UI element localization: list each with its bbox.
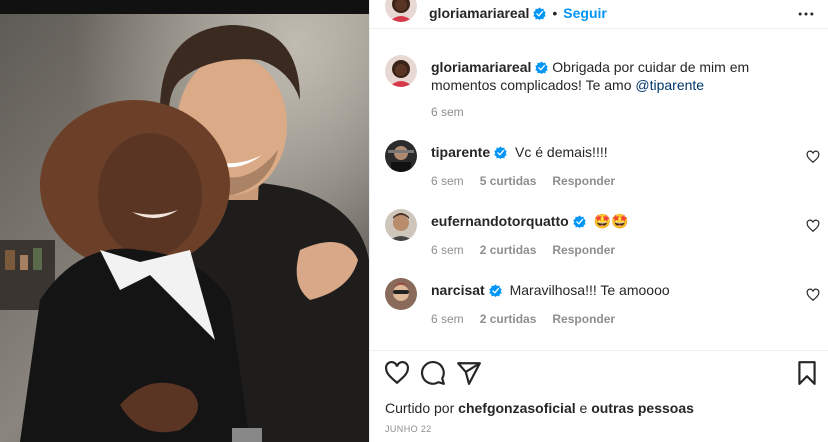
liked-by-conj: e — [579, 400, 588, 416]
comment-meta: 6 sem 5 curtidas Responder — [431, 174, 631, 188]
comment-meta: 6 sem 2 curtidas Responder — [431, 312, 631, 326]
liked-by-line: Curtido por chefgonzasoficial e outras p… — [385, 400, 694, 416]
comment-likes[interactable]: 2 curtidas — [480, 243, 537, 257]
reply-button[interactable]: Responder — [552, 174, 615, 188]
verified-badge-icon — [494, 146, 507, 159]
header-divider — [370, 28, 828, 29]
reply-button[interactable]: Responder — [552, 312, 615, 326]
comment-avatar[interactable] — [385, 278, 417, 310]
comment-avatar[interactable] — [385, 209, 417, 241]
comment-age[interactable]: 6 sem — [431, 243, 464, 257]
comment-text: tiparente Vc é demais!!!! — [431, 143, 801, 161]
comment-avatar-image — [385, 278, 417, 310]
post-panel: gloriamariareal • Seguir gloriamariareal… — [369, 0, 828, 442]
verified-badge-icon — [533, 6, 547, 20]
comment-text: narcisat Maravilhosa!!! Te amoooo — [431, 281, 801, 299]
caption-avatar[interactable] — [385, 55, 417, 87]
comment-username[interactable]: narcisat — [431, 282, 485, 298]
header-username[interactable]: gloriamariareal — [429, 5, 529, 21]
caption-username[interactable]: gloriamariareal — [431, 59, 531, 75]
caption-avatar-image — [385, 55, 417, 87]
comment-bubble-icon[interactable] — [420, 360, 446, 386]
liked-by-others[interactable]: outras pessoas — [591, 400, 694, 416]
actions-divider — [370, 350, 828, 351]
reply-button[interactable]: Responder — [552, 243, 615, 257]
comment-body: Maravilhosa!!! Te amoooo — [509, 282, 670, 298]
bookmark-icon[interactable] — [794, 360, 820, 386]
caption-row: gloriamariareal Obrigada por cuidar de m… — [385, 55, 825, 135]
author-avatar-image — [385, 0, 417, 22]
caption-age[interactable]: 6 sem — [431, 105, 464, 119]
comment-likes[interactable]: 2 curtidas — [480, 312, 537, 326]
post-photo[interactable] — [0, 0, 369, 442]
comment-age[interactable]: 6 sem — [431, 174, 464, 188]
follow-button[interactable]: Seguir — [563, 5, 607, 21]
comment-avatar-image — [385, 209, 417, 241]
comment-body: Vc é demais!!!! — [515, 144, 608, 160]
post-photo-illustration — [0, 0, 369, 442]
heart-icon[interactable] — [806, 288, 820, 302]
heart-icon[interactable] — [384, 360, 410, 386]
comment-row: narcisat Maravilhosa!!! Te amoooo 6 sem 2… — [385, 278, 825, 338]
caption-mention-link[interactable]: @tiparente — [635, 77, 704, 93]
caption-text: gloriamariareal Obrigada por cuidar de m… — [431, 58, 801, 94]
header-separator-dot: • — [552, 5, 558, 21]
liked-by-prefix: Curtido por — [385, 400, 455, 416]
verified-badge-icon — [572, 215, 586, 228]
comment-row: eufernandotorquatto 🤩🤩 6 sem 2 curtidas Re… — [385, 209, 825, 269]
comment-avatar[interactable] — [385, 140, 417, 172]
post-date[interactable]: JUNHO 22 — [385, 424, 432, 434]
heart-icon[interactable] — [806, 150, 820, 164]
heart-icon[interactable] — [806, 219, 820, 233]
comment-text: eufernandotorquatto 🤩🤩 — [431, 212, 801, 230]
more-horizontal-icon[interactable] — [796, 4, 816, 24]
verified-badge-icon — [535, 61, 549, 74]
comment-avatar-image — [385, 140, 417, 172]
comment-username[interactable]: tiparente — [431, 144, 490, 160]
header-author-line: gloriamariareal • Seguir — [429, 5, 607, 21]
comment-username[interactable]: eufernandotorquatto — [431, 213, 569, 229]
comment-likes[interactable]: 5 curtidas — [480, 174, 537, 188]
liked-by-user[interactable]: chefgonzasoficial — [458, 400, 575, 416]
comment-age[interactable]: 6 sem — [431, 312, 464, 326]
comment-meta: 6 sem 2 curtidas Responder — [431, 243, 631, 257]
verified-badge-icon — [489, 284, 502, 297]
author-avatar[interactable] — [385, 0, 417, 22]
paper-plane-icon[interactable] — [456, 360, 482, 386]
comment-body: 🤩🤩 — [593, 213, 629, 229]
caption-meta: 6 sem — [431, 105, 480, 119]
comment-row: tiparente Vc é demais!!!! 6 sem 5 curtida… — [385, 140, 825, 200]
